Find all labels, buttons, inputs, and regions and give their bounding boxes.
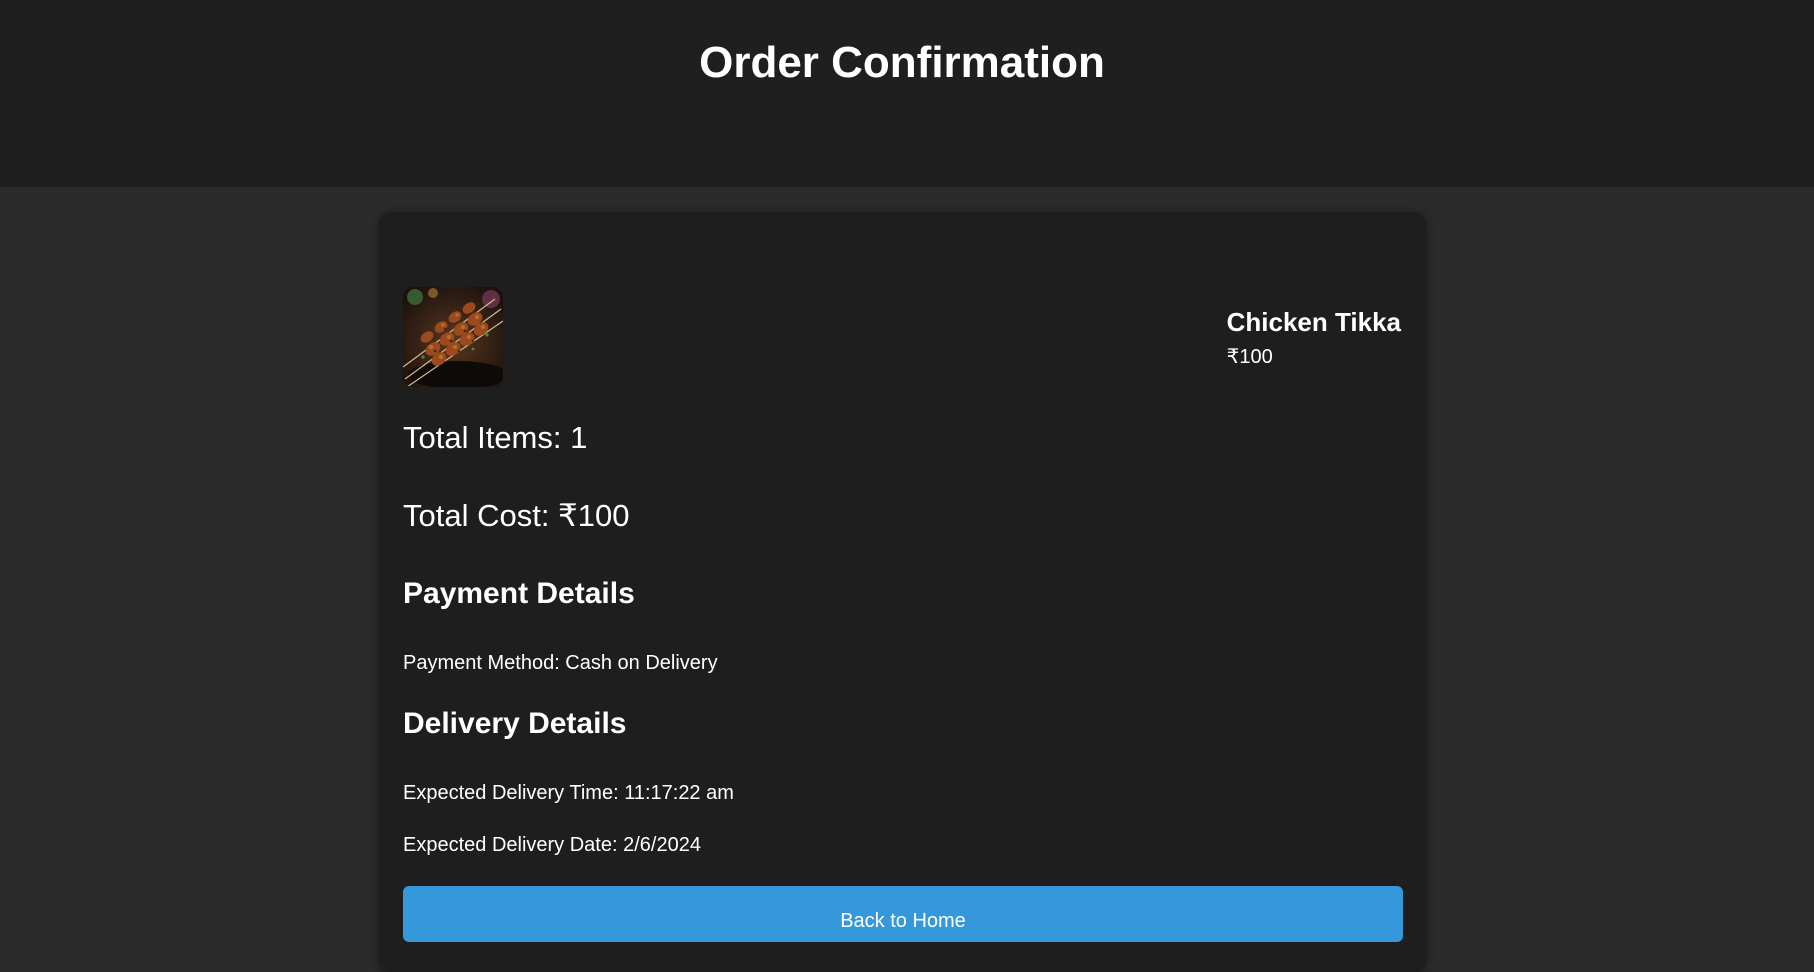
payment-method: Payment Method: Cash on Delivery — [403, 652, 718, 674]
expected-delivery-time: Expected Delivery Time: 11:17:22 am — [403, 782, 734, 804]
page-header: Order Confirmation — [0, 0, 1814, 187]
expected-delivery-date: Expected Delivery Date: 2/6/2024 — [403, 834, 701, 856]
total-cost: Total Cost: ₹100 — [403, 498, 630, 533]
order-card: Chicken Tikka ₹100 Total Items: 1 Total … — [379, 212, 1426, 972]
page-title: Order Confirmation — [699, 38, 1105, 87]
order-item-info: Chicken Tikka ₹100 — [1227, 307, 1401, 369]
order-item-image — [403, 287, 503, 387]
order-item-name: Chicken Tikka — [1226, 307, 1401, 337]
order-item-price: ₹100 — [1226, 346, 1273, 368]
total-items: Total Items: 1 — [403, 420, 588, 455]
payment-details-heading: Payment Details — [403, 577, 635, 610]
delivery-details-heading: Delivery Details — [403, 707, 627, 740]
back-to-home-button[interactable]: Back to Home — [403, 886, 1403, 942]
